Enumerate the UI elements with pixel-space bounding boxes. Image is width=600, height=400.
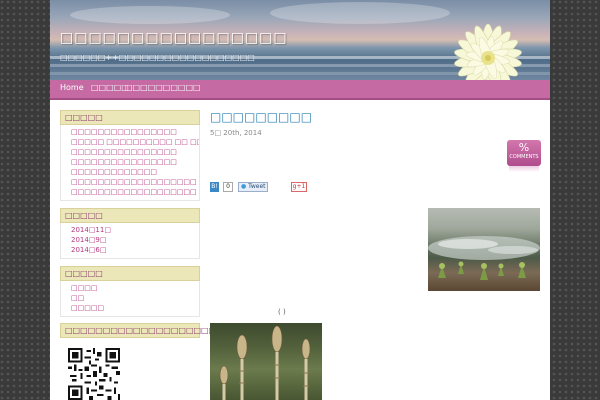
list-item[interactable]: □□□□□□□□□□□□□ — [71, 167, 199, 177]
list-item[interactable]: □□□□□ □□□□□□□□□□ □□ □□□□□□□□□□□□□□ — [71, 137, 199, 147]
list-item[interactable]: □□□□□□□□□□□□□□□□ — [71, 147, 199, 157]
widget-title: □□□□□ — [60, 208, 200, 223]
tweet-button[interactable]: ● Tweet — [238, 182, 268, 192]
site-title[interactable]: □□□□□□□□□□□□□□□□ — [60, 30, 288, 46]
page: □□□□□□□□□□□□□□□□ □□□□□□++□□□□□□□□□□□□□□□… — [50, 0, 550, 400]
widget-categories: □□□□□ □□□□ □□ □□□□□ — [60, 266, 200, 317]
qr-code-image — [68, 348, 120, 400]
archive-link[interactable]: 2014□9□ — [71, 235, 199, 245]
category-link[interactable]: □□ — [71, 293, 199, 303]
widget-recent-posts: □□□□□ □□□□□□□□□□□□□□□□ □□□□□ □□□□□□□□□□ … — [60, 110, 200, 201]
list-item[interactable]: □□□□□□□□□□□□□□□□ — [71, 127, 199, 137]
post-title[interactable]: □□□□□□□□□ — [210, 110, 312, 124]
main-nav: Home □□□□□ □□□□□□□□□□ — [50, 80, 550, 100]
comments-badge[interactable]: % COMMENTS — [507, 140, 541, 166]
widget-title: □□□□□ — [60, 266, 200, 281]
widget-body: 2014□11□ 2014□9□ 2014□6□ — [60, 223, 200, 259]
category-link[interactable]: □□□□□ — [71, 303, 199, 313]
list-item[interactable]: □□□□□□□□□□□□□□□□□□□ — [71, 177, 199, 187]
hatena-count: 0 — [223, 182, 233, 192]
archive-link[interactable]: 2014□6□ — [71, 245, 199, 255]
category-link[interactable]: □□□□ — [71, 283, 199, 293]
widget-qr: □□□□□□□□□□□□□□□□□□□□□ — [60, 323, 224, 338]
tweet-label: Tweet — [248, 183, 266, 190]
photo-moss-stream — [428, 208, 540, 291]
comments-icon: % — [518, 141, 530, 154]
nav-item-2[interactable]: □□□□□ — [91, 83, 129, 92]
photo-caption: ( ) — [278, 308, 286, 316]
list-item[interactable]: □□□□□□□□□□□□□□□□ — [71, 157, 199, 167]
badge-shadow — [509, 166, 539, 172]
list-item[interactable]: □□□□□□□□□□□□□□□□□□□ — [71, 187, 199, 197]
widget-body: □□□□□□□□□□□□□□□□ □□□□□ □□□□□□□□□□ □□ □ □□… — [60, 125, 200, 201]
widget-title: □□□□□ — [60, 110, 200, 125]
cloud-decoration — [70, 6, 230, 24]
archive-link[interactable]: 2014□11□ — [71, 225, 199, 235]
widget-body: □□□□ □□ □□□□□ — [60, 281, 200, 317]
widget-archives: □□□□□ 2014□11□ 2014□9□ 2014□6□ — [60, 208, 200, 259]
google-plus-button[interactable]: g+1 — [291, 182, 307, 192]
nav-home[interactable]: Home — [60, 83, 84, 92]
cloud-decoration — [270, 2, 450, 24]
widget-title: □□□□□□□□□□□□□□□□□□□□□ — [60, 323, 224, 338]
twitter-bird-icon: ● — [241, 183, 247, 190]
post-date: 5□ 20th, 2014 — [210, 129, 262, 137]
photo-horsetail — [210, 323, 322, 400]
comments-label: COMMENTS — [509, 154, 539, 160]
nav-item-3[interactable]: □□□□□□□□□□ — [125, 83, 201, 92]
site-description: □□□□□□++□□□□□□□□□□□□□□□□□□ — [60, 53, 255, 62]
hatena-bookmark-button[interactable]: B! — [210, 182, 219, 192]
